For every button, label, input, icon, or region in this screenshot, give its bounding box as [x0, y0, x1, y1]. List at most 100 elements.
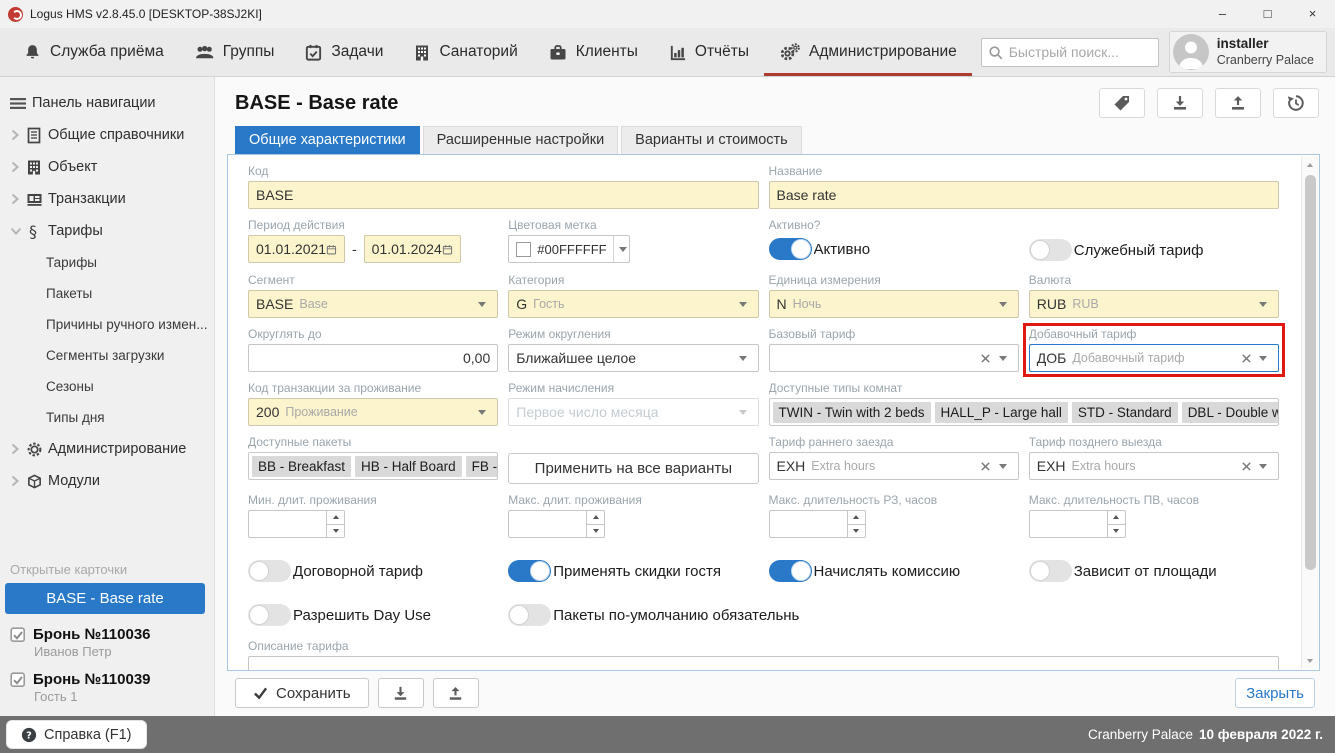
- help-button[interactable]: ? Справка (F1): [6, 720, 147, 749]
- packages-input[interactable]: BB - Breakfast HB - Half Board FB - Full…: [248, 452, 498, 480]
- dropdown-arrow-icon[interactable]: [613, 236, 631, 262]
- dropdown-arrow-icon[interactable]: [1255, 453, 1271, 479]
- max-early-hours-stepper[interactable]: [769, 510, 866, 538]
- step-up-icon[interactable]: [848, 511, 865, 525]
- color-mark-select[interactable]: #00FFFFFF: [508, 235, 630, 263]
- sidebar-item-tariffs[interactable]: § Тарифы: [0, 215, 214, 247]
- clear-icon[interactable]: [977, 461, 995, 472]
- max-late-hours-stepper[interactable]: [1029, 510, 1126, 538]
- stay-transaction-select[interactable]: 200 Проживание: [248, 398, 498, 426]
- export-button[interactable]: [1215, 88, 1261, 118]
- maximize-button[interactable]: □: [1245, 0, 1290, 28]
- tab-variants[interactable]: Варианты и стоимость: [621, 126, 802, 154]
- open-card-booking-110039[interactable]: Бронь №110039 Гость 1: [0, 667, 214, 712]
- dropdown-arrow-icon[interactable]: [474, 399, 490, 425]
- dropdown-arrow-icon[interactable]: [1255, 345, 1271, 371]
- scroll-down-icon[interactable]: [1302, 652, 1318, 669]
- dropdown-arrow-icon[interactable]: [995, 291, 1011, 317]
- dropdown-arrow-icon[interactable]: [1255, 291, 1271, 317]
- min-stay-stepper[interactable]: [248, 510, 345, 538]
- max-stay-stepper[interactable]: [508, 510, 605, 538]
- step-up-icon[interactable]: [587, 511, 604, 525]
- step-down-icon[interactable]: [848, 525, 865, 538]
- room-types-input[interactable]: TWIN - Twin with 2 beds HALL_P - Large h…: [769, 398, 1280, 426]
- description-textarea[interactable]: [248, 656, 1279, 671]
- sidebar-item-transactions[interactable]: Транзакции: [0, 183, 214, 215]
- sidebar-subitem-day-types[interactable]: Типы дня: [0, 402, 214, 433]
- nav-item-administration[interactable]: Администрирование: [764, 28, 972, 76]
- open-card-booking-110036[interactable]: Бронь №110036 Иванов Петр: [0, 622, 214, 667]
- package-tag[interactable]: FB - Full Boar: [466, 456, 499, 477]
- open-card-base-rate[interactable]: BASE - Base rate: [5, 583, 205, 614]
- package-tag[interactable]: BB - Breakfast: [252, 456, 351, 477]
- period-to-input[interactable]: 01.01.2024: [364, 235, 461, 263]
- nav-item-reception[interactable]: Служба приёма: [8, 28, 179, 76]
- nav-item-groups[interactable]: Группы: [179, 28, 290, 76]
- tab-advanced[interactable]: Расширенные настройки: [423, 126, 619, 154]
- dropdown-arrow-icon[interactable]: [995, 345, 1011, 371]
- step-down-icon[interactable]: [587, 525, 604, 538]
- apply-all-variants-button[interactable]: Применить на все варианты: [508, 453, 758, 484]
- clear-icon[interactable]: [977, 353, 995, 364]
- export-button-bottom[interactable]: [433, 678, 479, 708]
- day-use-toggle[interactable]: Разрешить Day Use: [248, 604, 498, 626]
- scrollbar-thumb[interactable]: [1305, 175, 1316, 570]
- history-button[interactable]: [1273, 88, 1319, 118]
- round-mode-select[interactable]: Ближайшее целое: [508, 344, 758, 372]
- user-menu[interactable]: installer Cranberry Palace: [1169, 31, 1327, 73]
- vertical-scrollbar[interactable]: [1301, 156, 1318, 669]
- additional-rate-select[interactable]: ДОБ Добавочный тариф: [1029, 344, 1279, 372]
- close-card-button[interactable]: Закрыть: [1235, 678, 1315, 708]
- nav-item-clients[interactable]: Клиенты: [533, 28, 653, 76]
- clear-icon[interactable]: [1237, 353, 1255, 364]
- sidebar-subitem-tariffs[interactable]: Тарифы: [0, 247, 214, 278]
- room-type-tag[interactable]: DBL - Double with sing: [1182, 402, 1279, 423]
- sidebar-header[interactable]: Панель навигации: [0, 87, 214, 119]
- tab-general[interactable]: Общие характеристики: [235, 126, 420, 154]
- scroll-up-icon[interactable]: [1302, 156, 1318, 173]
- tag-button[interactable]: [1099, 88, 1145, 118]
- nav-item-tasks[interactable]: Задачи: [289, 28, 398, 76]
- late-checkout-select[interactable]: EXH Extra hours: [1029, 452, 1279, 480]
- period-from-input[interactable]: 01.01.2021: [248, 235, 345, 263]
- currency-select[interactable]: RUB RUB: [1029, 290, 1279, 318]
- sidebar-subitem-packages[interactable]: Пакеты: [0, 278, 214, 309]
- dropdown-arrow-icon[interactable]: [735, 345, 751, 371]
- sidebar-subitem-manual-change-reasons[interactable]: Причины ручного измен...: [0, 309, 214, 340]
- sidebar-subitem-load-segments[interactable]: Сегменты загрузки: [0, 340, 214, 371]
- search-input[interactable]: [981, 38, 1159, 67]
- nav-item-reports[interactable]: Отчёты: [653, 28, 764, 76]
- close-button[interactable]: ×: [1290, 0, 1335, 28]
- package-tag[interactable]: HB - Half Board: [355, 456, 462, 477]
- room-type-tag[interactable]: TWIN - Twin with 2 beds: [773, 402, 931, 423]
- unit-select[interactable]: N Ночь: [769, 290, 1019, 318]
- import-button[interactable]: [1157, 88, 1203, 118]
- default-packages-toggle[interactable]: Пакеты по-умолчанию обязательнь: [508, 604, 1019, 626]
- dropdown-arrow-icon[interactable]: [474, 291, 490, 317]
- segment-select[interactable]: BASE Base: [248, 290, 498, 318]
- commission-toggle[interactable]: Начислять комиссию: [769, 560, 1019, 582]
- minimize-button[interactable]: –: [1200, 0, 1245, 28]
- round-to-input[interactable]: 0,00: [248, 344, 498, 372]
- dropdown-arrow-icon[interactable]: [995, 453, 1011, 479]
- area-dependent-toggle[interactable]: Зависит от площади: [1029, 560, 1279, 582]
- clear-icon[interactable]: [1237, 461, 1255, 472]
- guest-discounts-toggle[interactable]: Применять скидки гостя: [508, 560, 758, 582]
- contract-rate-toggle[interactable]: Договорной тариф: [248, 560, 498, 582]
- room-type-tag[interactable]: STD - Standard: [1072, 402, 1178, 423]
- service-rate-toggle[interactable]: Служебный тариф: [1029, 236, 1279, 264]
- room-type-tag[interactable]: HALL_P - Large hall: [935, 402, 1068, 423]
- early-checkin-select[interactable]: EXH Extra hours: [769, 452, 1019, 480]
- base-rate-select[interactable]: [769, 344, 1019, 372]
- category-select[interactable]: G Гость: [508, 290, 758, 318]
- sidebar-item-administration[interactable]: Администрирование: [0, 433, 214, 465]
- nav-item-sanatorium[interactable]: Санаторий: [398, 28, 532, 76]
- sidebar-item-modules[interactable]: Модули: [0, 465, 214, 497]
- dropdown-arrow-icon[interactable]: [735, 291, 751, 317]
- step-up-icon[interactable]: [1108, 511, 1125, 525]
- code-input[interactable]: BASE: [248, 181, 759, 209]
- save-button[interactable]: Сохранить: [235, 678, 369, 708]
- step-down-icon[interactable]: [327, 525, 344, 538]
- name-input[interactable]: Base rate: [769, 181, 1280, 209]
- step-up-icon[interactable]: [327, 511, 344, 525]
